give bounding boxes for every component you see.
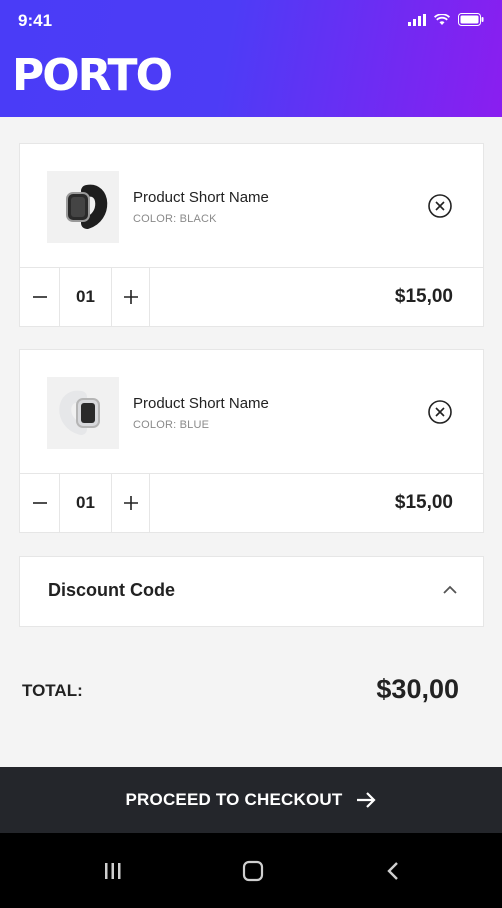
smartwatch-icon <box>59 390 100 435</box>
product-color: COLOR: BLACK <box>133 213 217 225</box>
quantity-value[interactable]: 01 <box>60 473 112 532</box>
cart-item-info: Product Short Name COLOR: BLACK <box>20 144 483 268</box>
minus-icon <box>32 501 47 504</box>
product-name[interactable]: Product Short Name <box>133 189 269 206</box>
increase-qty-button[interactable] <box>112 473 150 532</box>
quantity-stepper: 01 $15,00 <box>20 267 483 326</box>
total-value: $30,00 <box>376 674 459 704</box>
back-icon <box>387 862 398 880</box>
increase-qty-button[interactable] <box>112 267 150 326</box>
cart-item: Product Short Name COLOR: BLACK 01 $15,0… <box>19 143 484 327</box>
remove-item-icon[interactable] <box>428 194 452 218</box>
decrease-qty-button[interactable] <box>20 473 60 532</box>
battery-icon <box>458 13 484 26</box>
status-time: 9:41 <box>18 11 53 30</box>
brand-logo[interactable]: PORTO <box>12 54 173 98</box>
remove-item-icon[interactable] <box>428 400 452 424</box>
app-header: 9:41 PORTO <box>0 0 502 117</box>
recent-apps-icon <box>105 863 121 879</box>
smartwatch-icon <box>66 184 108 229</box>
proceed-to-checkout-button[interactable]: PROCEED TO CHECKOUT <box>0 767 502 833</box>
system-navigation-bar <box>0 833 502 908</box>
plus-icon <box>123 495 138 510</box>
discount-code-label: Discount Code <box>48 580 176 600</box>
status-icons <box>408 13 484 26</box>
signal-icon <box>408 13 426 26</box>
plus-icon <box>123 289 138 304</box>
home-button[interactable] <box>233 851 273 891</box>
item-price: $15,00 <box>394 491 453 513</box>
quantity-stepper: 01 $15,00 <box>20 473 483 532</box>
discount-code-toggle[interactable]: Discount Code <box>19 556 484 627</box>
cart-item-info: Product Short Name COLOR: BLUE <box>20 350 483 474</box>
product-color: COLOR: BLUE <box>133 419 210 431</box>
recent-apps-button[interactable] <box>93 851 133 891</box>
decrease-qty-button[interactable] <box>20 267 60 326</box>
back-button[interactable] <box>373 851 413 891</box>
chevron-up-icon <box>443 585 457 594</box>
item-price: $15,00 <box>394 285 453 307</box>
product-image[interactable] <box>47 377 119 449</box>
wifi-icon <box>434 13 450 25</box>
product-image[interactable] <box>47 171 119 243</box>
total-label: TOTAL: <box>22 681 83 700</box>
checkout-label: PROCEED TO CHECKOUT <box>125 790 343 809</box>
arrow-right-icon <box>357 792 377 808</box>
cart-item: Product Short Name COLOR: BLUE 01 $15,00 <box>19 349 484 533</box>
quantity-value[interactable]: 01 <box>60 267 112 326</box>
home-icon <box>242 860 264 882</box>
status-bar: 9:41 <box>0 0 502 44</box>
minus-icon <box>32 295 47 298</box>
product-name[interactable]: Product Short Name <box>133 395 269 412</box>
